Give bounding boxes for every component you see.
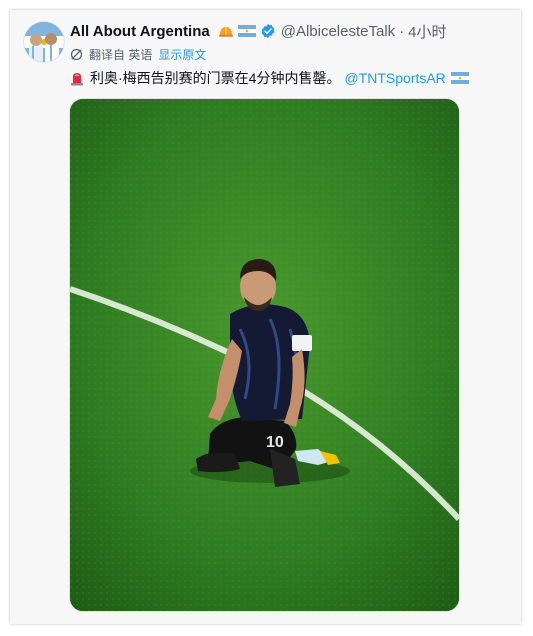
separator-dot: ·	[399, 22, 405, 40]
author-avatar[interactable]	[23, 21, 65, 63]
tweet-timestamp[interactable]: 4小时	[408, 21, 446, 42]
author-name[interactable]: All About Argentina	[70, 23, 210, 40]
author-handle[interactable]: @AlbicelesteTalk	[281, 23, 395, 40]
argentina-flag-icon	[450, 72, 469, 84]
verified-badge-icon[interactable]	[256, 23, 276, 39]
translate-icon	[70, 48, 83, 61]
helmet-icon	[214, 24, 234, 38]
jersey-number: 10	[266, 434, 284, 451]
translation-label: 翻译自 英语	[89, 47, 153, 62]
tweet-header: All About Argentina @AlbicelesteTalk · 4…	[70, 20, 447, 42]
tweet-media-photo[interactable]: 10	[69, 98, 460, 612]
show-original-link[interactable]: 显示原文	[158, 46, 206, 63]
siren-icon	[69, 70, 85, 86]
tweet-body: 利奥·梅西告别赛的门票在4分钟内售罄。 @TNTSportsAR	[69, 67, 469, 89]
tweet-card[interactable]: All About Argentina @AlbicelesteTalk · 4…	[10, 10, 521, 624]
translation-bar: 翻译自 英语 显示原文	[70, 45, 206, 63]
mention-link[interactable]: @TNTSportsAR	[344, 70, 445, 86]
tweet-text: 利奥·梅西告别赛的门票在4分钟内售罄。	[90, 70, 341, 86]
argentina-flag-icon	[234, 25, 256, 37]
